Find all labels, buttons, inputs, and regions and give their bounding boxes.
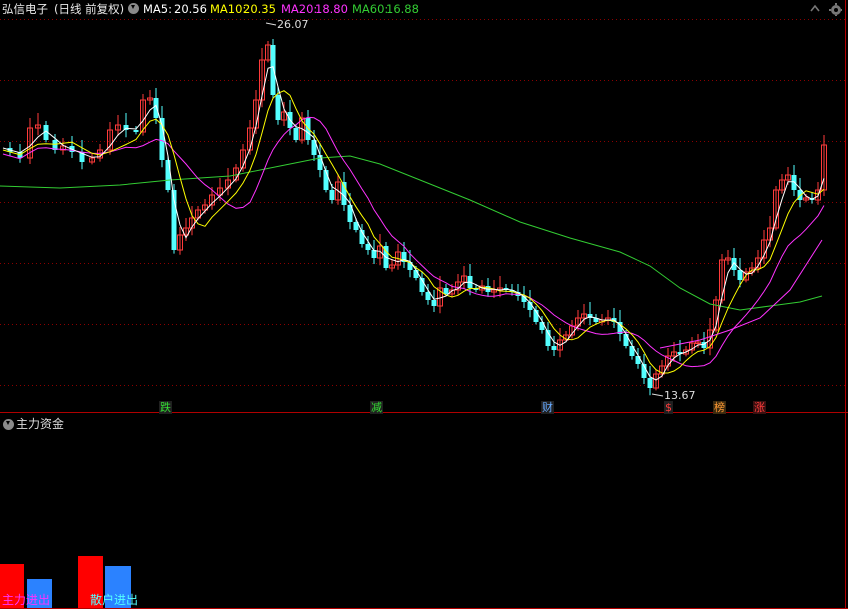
candle-body <box>737 270 743 280</box>
candlesticks <box>7 39 827 396</box>
candle-body <box>635 356 641 364</box>
event-marker-reduce[interactable]: 减 <box>370 401 383 414</box>
sub-panel-title[interactable]: 主力资金 <box>16 416 64 432</box>
candle-body <box>551 346 557 350</box>
candle-body <box>293 128 299 140</box>
candle-body <box>791 175 797 190</box>
candle-body <box>153 98 159 118</box>
high-pointer <box>265 22 277 26</box>
candle-body <box>329 190 335 200</box>
chevron-down-icon[interactable] <box>3 419 14 430</box>
candle-body <box>275 95 281 120</box>
low-pointer <box>651 393 664 397</box>
legend-main-force: 主力进出 <box>2 593 51 607</box>
candle-body <box>431 300 437 306</box>
candle-body <box>413 270 419 278</box>
event-marker-drop[interactable]: 跌 <box>159 401 172 414</box>
event-marker-finance[interactable]: 财 <box>541 401 554 414</box>
candle-body <box>443 288 449 294</box>
candle-body <box>165 160 171 190</box>
candle-body <box>647 378 653 388</box>
event-marker-list[interactable]: 榜 <box>713 401 726 414</box>
candle-body <box>133 130 139 132</box>
ma20-line <box>2 116 825 368</box>
ma20-tail <box>659 239 823 349</box>
candle-body <box>623 334 629 346</box>
price-chart[interactable] <box>0 0 848 609</box>
event-marker-dollar[interactable]: $ <box>664 401 673 414</box>
high-price-label: 26.07 <box>277 18 309 31</box>
event-marker-rise[interactable]: 涨 <box>753 401 766 414</box>
ma60-line <box>0 155 823 311</box>
candle-body <box>270 45 276 95</box>
candle-body <box>317 155 323 170</box>
legend-retail: 散户进出 <box>90 593 139 607</box>
